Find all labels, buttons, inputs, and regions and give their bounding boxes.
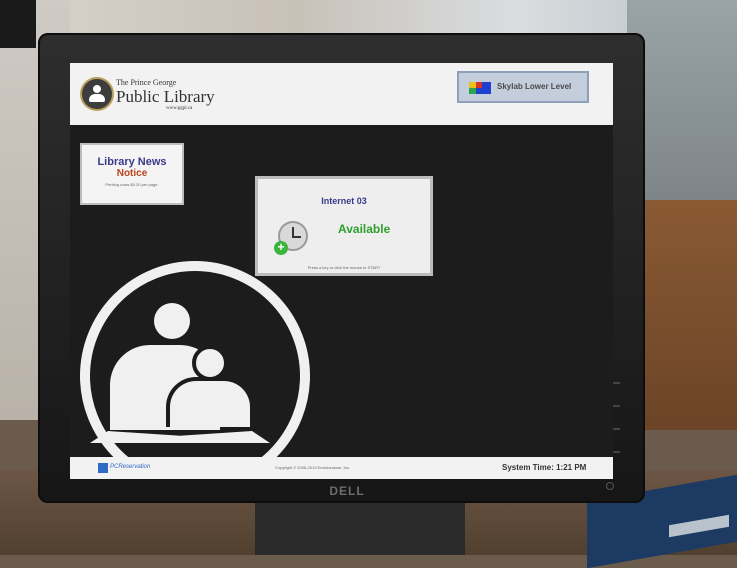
news-notice: Notice (116, 168, 148, 179)
library-url: www.pgpl.ca (166, 106, 193, 111)
system-time-label: System Time: (502, 463, 554, 472)
footer-bar: PCReservation Copyright © 2006-2013 Envi… (70, 457, 613, 479)
news-text: Printing costs $0.20 per page. (105, 182, 159, 187)
availability-status: Available (338, 222, 391, 236)
monitor-logo: DELL (329, 484, 365, 498)
library-title: Public Library (116, 87, 215, 106)
start-hint: Press a key or click the mouse to START (307, 265, 381, 270)
computer-name: Internet 03 (321, 196, 367, 206)
background-wood-panel (642, 200, 737, 430)
monitor-button[interactable] (612, 382, 620, 384)
location-label: Skylab Lower Level (497, 82, 572, 91)
clock-plus-icon: + (274, 221, 308, 255)
library-subtitle: The Prince George (116, 78, 177, 87)
emblem-child-head (192, 345, 228, 381)
library-news-panel[interactable]: Library News Notice Printing costs $0.20… (80, 143, 184, 205)
monitor-button[interactable] (612, 451, 620, 453)
copyright-text: Copyright © 2006-2013 Envisionware, Inc. (275, 465, 350, 470)
emblem-adult-head (154, 303, 190, 339)
header-bar: The Prince George Public Library www.pgp… (70, 63, 613, 125)
kiosk-screen[interactable]: The Prince George Public Library www.pgp… (70, 63, 613, 479)
monitor-button[interactable] (612, 428, 620, 430)
computer-status-card[interactable]: Internet 03 + Available Press a key or c… (255, 176, 433, 276)
monitor-button[interactable] (612, 405, 620, 407)
location-button[interactable]: Skylab Lower Level (457, 71, 589, 103)
monitor-stand (255, 495, 465, 555)
system-time: System Time: 1:21 PM (502, 463, 586, 472)
brand-label: PCReservation (110, 464, 151, 470)
pcreservation-logo-icon (98, 463, 108, 473)
library-logo-icon (80, 77, 114, 111)
system-time-value: 1:21 PM (556, 463, 587, 472)
windows-flag-icon (469, 82, 491, 94)
emblem-child-body (166, 377, 254, 427)
news-title: Library News (97, 156, 167, 168)
power-button[interactable] (606, 482, 614, 490)
neighbor-monitor (0, 0, 36, 48)
